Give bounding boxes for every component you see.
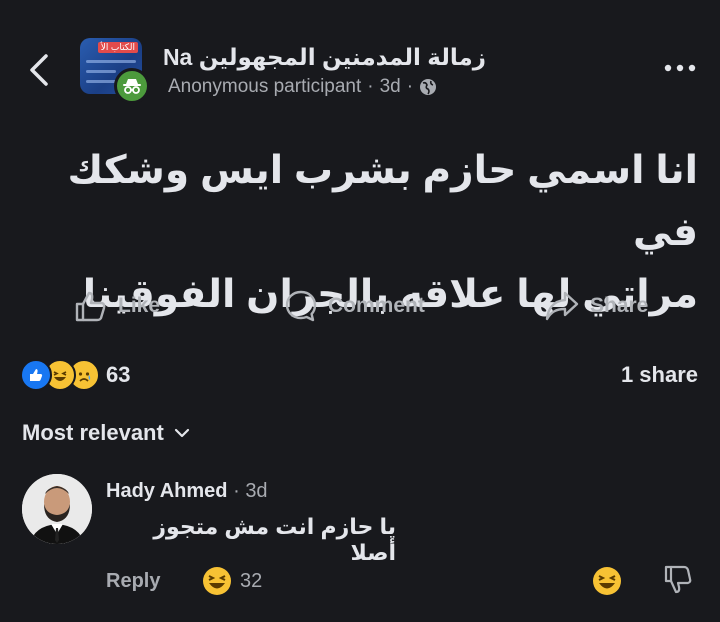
comment-label: Comment bbox=[328, 294, 425, 317]
author-name[interactable]: Anonymous participant bbox=[168, 76, 361, 98]
comment-bubble-icon bbox=[285, 290, 317, 322]
share-count[interactable]: 1 share bbox=[621, 362, 698, 388]
thumbs-up-icon bbox=[75, 291, 106, 322]
more-options-icon[interactable] bbox=[663, 58, 697, 78]
group-avatar[interactable]: الكتاب الأ bbox=[80, 38, 150, 104]
comment-reaction-summary[interactable]: 32 bbox=[202, 566, 262, 596]
commenter-name-row: Hady Ahmed · 3d bbox=[106, 480, 268, 503]
post-meta: Anonymous participant · 3d · bbox=[168, 76, 437, 98]
reaction-summary[interactable]: 63 bbox=[20, 358, 130, 392]
post-text-line-1: انا اسمي حازم بشرب ايس وشكك في bbox=[67, 149, 698, 254]
post-time[interactable]: 3d bbox=[380, 76, 401, 98]
comment-react-button-icon[interactable] bbox=[592, 566, 622, 596]
globe-icon bbox=[420, 79, 437, 95]
chevron-down-icon bbox=[174, 428, 189, 438]
sort-label: Most relevant bbox=[22, 420, 164, 445]
thumbs-down-icon[interactable] bbox=[663, 564, 693, 596]
like-label: Like bbox=[118, 294, 161, 317]
share-label: Share bbox=[590, 294, 649, 317]
share-arrow-icon bbox=[545, 291, 579, 321]
comment-separator: · bbox=[233, 480, 240, 502]
share-button[interactable]: Share bbox=[544, 286, 648, 326]
anonymous-icon bbox=[114, 68, 150, 104]
like-button[interactable]: Like bbox=[74, 286, 160, 326]
reply-button[interactable]: Reply bbox=[106, 570, 160, 593]
like-reaction-icon bbox=[20, 359, 52, 391]
comment-button[interactable]: Comment bbox=[284, 286, 425, 326]
comment-sort-dropdown[interactable]: Most relevant bbox=[22, 420, 190, 446]
commenter-avatar[interactable] bbox=[22, 474, 92, 544]
back-arrow-icon[interactable] bbox=[26, 52, 54, 88]
commenter-name[interactable]: Hady Ahmed bbox=[106, 480, 228, 502]
comment-time[interactable]: 3d bbox=[245, 480, 267, 502]
comment-text: يا حازم انت مش متجوز أصلا bbox=[153, 514, 396, 565]
meta-separator-2: · bbox=[406, 76, 414, 97]
group-name-link[interactable]: زمالة المدمنين المجهولين Na bbox=[163, 44, 486, 71]
reaction-count: 63 bbox=[106, 362, 131, 387]
group-cover-label: الكتاب الأ bbox=[97, 42, 138, 53]
comment-reaction-count: 32 bbox=[240, 569, 263, 592]
haha-reaction-icon bbox=[203, 567, 231, 595]
meta-separator: · bbox=[367, 76, 374, 97]
